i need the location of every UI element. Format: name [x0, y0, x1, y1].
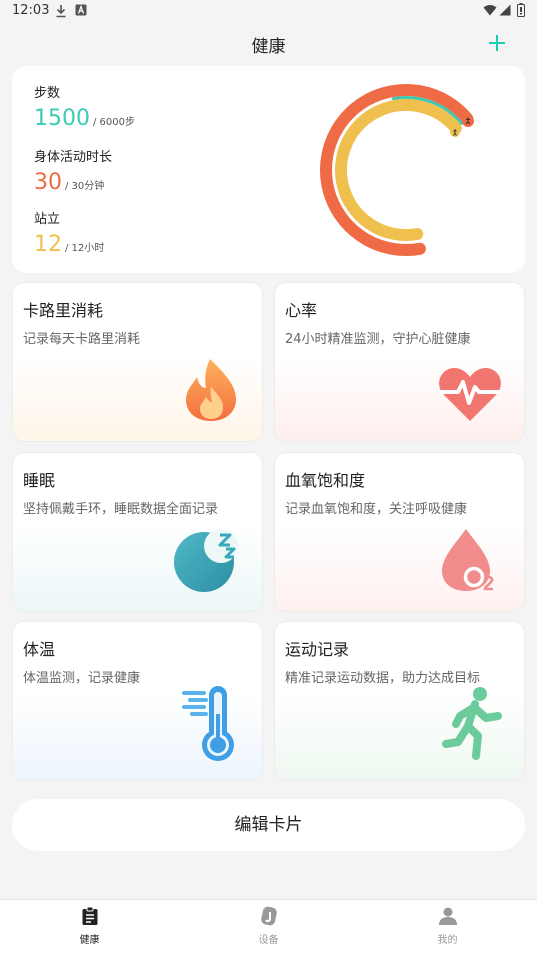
card-temperature[interactable]: 体温 体温监测，记录健康 [12, 621, 263, 781]
watch-icon [261, 906, 277, 926]
nav-item-health[interactable]: 健康 [0, 900, 179, 954]
moon-sleep-icon [174, 529, 238, 592]
running-person-icon [442, 687, 502, 760]
wifi-icon [483, 5, 497, 16]
stand-ring [335, 99, 462, 241]
card-temperature-title: 体温 [23, 640, 56, 659]
clipboard-icon [82, 906, 98, 925]
nav-item-device[interactable]: 设备 [179, 900, 358, 954]
nav-item-me[interactable]: 我的 [358, 900, 537, 954]
activity-metric: 身体活动时长 30/ 30分钟 [34, 146, 112, 195]
card-blood-oxygen-desc: 记录血氧饱和度，关注呼吸健康 [285, 502, 468, 517]
page-title: 健康 [251, 37, 286, 57]
activity-goal: / 30分钟 [65, 181, 105, 192]
blood-drop-o2-icon [442, 529, 494, 591]
person-icon [439, 907, 457, 925]
activity-value: 30 [34, 170, 62, 195]
card-blood-oxygen-title: 血氧饱和度 [285, 471, 366, 490]
steps-label: 步数 [34, 86, 61, 101]
nav-label-device: 设备 [258, 935, 279, 946]
card-calorie-desc: 记录每天卡路里消耗 [23, 332, 141, 347]
nav-label-me: 我的 [437, 935, 458, 946]
stand-metric: 站立 12/ 12小时 [34, 208, 104, 257]
heart-rate-icon [439, 367, 501, 421]
card-exercise-title: 运动记录 [285, 640, 350, 659]
card-sleep-desc: 坚持佩戴手环，睡眠数据全面记录 [23, 502, 219, 517]
bottom-nav: 健康 设备 我的 [0, 899, 537, 954]
add-button[interactable] [487, 33, 507, 53]
activity-label: 身体活动时长 [34, 150, 113, 165]
nav-label-health: 健康 [79, 935, 100, 946]
card-heart-rate[interactable]: 心率 24小时精准监测，守护心脏健康 [274, 282, 525, 442]
activity-rings [320, 84, 474, 256]
status-bar: 12:03 [0, 0, 537, 24]
card-blood-oxygen[interactable]: 血氧饱和度 记录血氧饱和度，关注呼吸健康 [274, 452, 525, 612]
edit-cards-button[interactable]: 编辑卡片 [12, 799, 525, 851]
steps-metric: 步数 1500/ 6000步 [34, 82, 135, 131]
card-heart-rate-desc: 24小时精准监测，守护心脏健康 [285, 332, 471, 347]
header: 健康 [0, 24, 537, 64]
steps-value: 1500 [34, 106, 90, 131]
stand-label: 站立 [34, 212, 61, 227]
status-time: 12:03 [12, 3, 50, 18]
battery-icon [517, 3, 525, 17]
card-temperature-desc: 体温监测，记录健康 [23, 671, 141, 686]
card-calorie[interactable]: 卡路里消耗 记录每天卡路里消耗 [12, 282, 263, 442]
notification-a-icon [75, 4, 87, 16]
thermometer-icon [182, 686, 234, 761]
card-sleep[interactable]: 睡眠 坚持佩戴手环，睡眠数据全面记录 [12, 452, 263, 612]
card-exercise[interactable]: 运动记录 精准记录运动数据，助力达成目标 [274, 621, 525, 781]
stand-value: 12 [34, 232, 62, 257]
activity-summary-card[interactable]: 步数 1500/ 6000步 身体活动时长 30/ 30分钟 站立 12/ 12… [12, 66, 525, 273]
plus-icon [489, 35, 505, 51]
card-sleep-title: 睡眠 [23, 471, 56, 490]
steps-goal: / 6000步 [93, 117, 135, 128]
download-icon [56, 5, 66, 18]
card-heart-rate-title: 心率 [285, 301, 318, 320]
stand-goal: / 12小时 [65, 243, 105, 254]
card-calorie-title: 卡路里消耗 [23, 301, 104, 320]
flame-icon [186, 359, 237, 421]
card-exercise-desc: 精准记录运动数据，助力达成目标 [285, 671, 481, 686]
signal-icon [499, 4, 511, 16]
